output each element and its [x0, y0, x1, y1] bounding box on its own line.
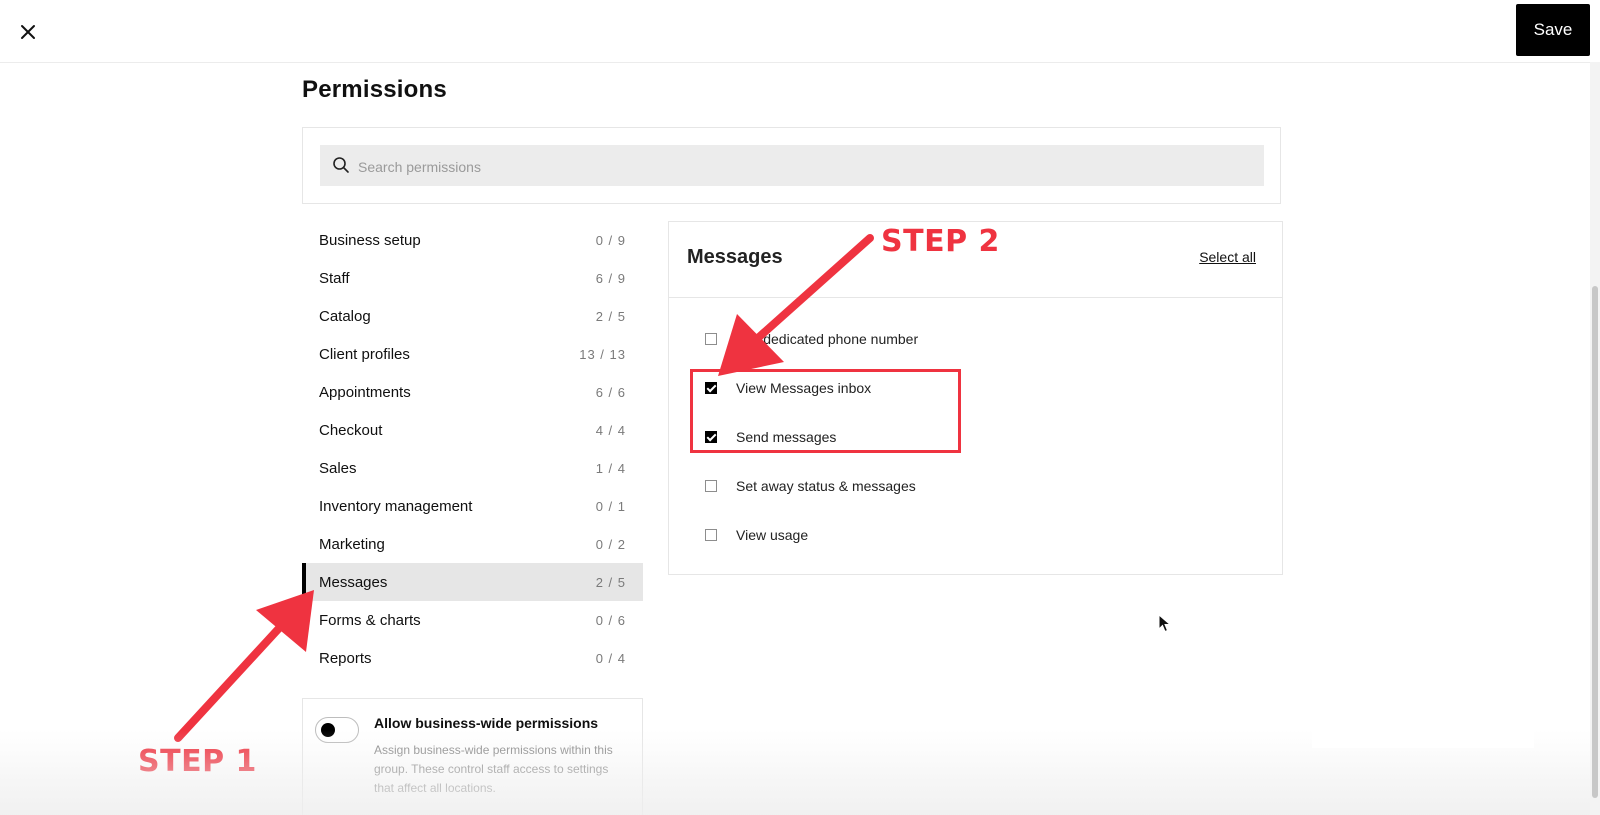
category-item-appointments[interactable]: Appointments 6 / 6	[302, 373, 643, 411]
category-item-client-profiles[interactable]: Client profiles 13 / 13	[302, 335, 643, 373]
category-count: 13 / 13	[579, 346, 626, 362]
panel-title: Messages	[687, 246, 783, 268]
category-label: Messages	[319, 573, 388, 591]
search-box[interactable]	[320, 145, 1264, 188]
business-wide-title: Allow business-wide permissions	[374, 715, 599, 731]
page-title: Permissions	[302, 76, 447, 103]
category-count: 0 / 2	[595, 536, 626, 552]
category-label: Client profiles	[319, 345, 410, 363]
permission-checkbox[interactable]	[705, 333, 717, 345]
category-item-reports[interactable]: Reports 0 / 4	[302, 639, 643, 677]
category-count: 2 / 5	[595, 574, 626, 590]
category-list: Business setup 0 / 9 Staff 6 / 9 Catalog 2 …	[302, 221, 643, 677]
category-count: 0 / 1	[595, 498, 626, 514]
category-item-sales[interactable]: Sales 1 / 4	[302, 449, 643, 487]
scrollbar-thumb[interactable]	[1592, 286, 1598, 798]
category-label: Reports	[319, 649, 372, 667]
category-count: 4 / 4	[595, 422, 626, 438]
category-count: 6 / 6	[595, 384, 626, 400]
business-wide-description: Assign business-wide permissions within …	[374, 743, 613, 795]
search-input[interactable]	[356, 145, 1240, 188]
category-label: Checkout	[319, 421, 383, 439]
category-item-messages[interactable]: Messages 2 / 5	[302, 563, 643, 601]
permission-row[interactable]: ster dedicated phone number	[705, 327, 918, 351]
business-wide-toggle[interactable]	[315, 717, 359, 743]
permission-row[interactable]: Set away status & messages	[705, 474, 916, 498]
toggle-knob	[321, 723, 335, 737]
category-count: 6 / 9	[595, 270, 626, 286]
category-item-checkout[interactable]: Checkout 4 / 4	[302, 411, 643, 449]
category-item-catalog[interactable]: Catalog 2 / 5	[302, 297, 643, 335]
select-all-link[interactable]: Select all	[1199, 249, 1256, 265]
category-label: Inventory management	[319, 497, 473, 515]
category-label: Sales	[319, 459, 357, 477]
business-wide-permissions-card: Allow business-wide permissions Assign b…	[302, 698, 643, 815]
category-item-staff[interactable]: Staff 6 / 9	[302, 259, 643, 297]
category-count: 1 / 4	[595, 460, 626, 476]
category-label: Appointments	[319, 383, 411, 401]
step1-arrow	[174, 590, 314, 742]
search-card	[302, 127, 1281, 204]
category-count: 0 / 9	[595, 232, 626, 248]
permission-label: View usage	[736, 527, 809, 543]
category-item-business-setup[interactable]: Business setup 0 / 9	[302, 221, 643, 259]
close-icon	[21, 25, 35, 39]
category-label: Staff	[319, 269, 350, 287]
search-icon	[333, 157, 349, 173]
category-item-forms-charts[interactable]: Forms & charts 0 / 6	[302, 601, 643, 639]
category-label: Catalog	[319, 307, 371, 325]
video-overlay-panel	[1312, 528, 1534, 748]
permission-checkbox[interactable]	[705, 529, 717, 541]
category-item-marketing[interactable]: Marketing 0 / 2	[302, 525, 643, 563]
category-label: Marketing	[319, 535, 385, 553]
category-count: 0 / 6	[595, 612, 626, 628]
close-button[interactable]	[12, 16, 44, 48]
permission-label: Set away status & messages	[736, 478, 916, 494]
annotation-highlight-box	[690, 369, 961, 453]
category-count: 2 / 5	[595, 308, 626, 324]
step2-label: STEP 2	[881, 224, 1000, 259]
category-label: Business setup	[319, 231, 421, 249]
permission-checkbox[interactable]	[705, 480, 717, 492]
permission-row[interactable]: View usage	[705, 523, 808, 547]
category-count: 0 / 4	[595, 650, 626, 666]
step1-label: STEP 1	[138, 744, 257, 779]
category-item-inventory-management[interactable]: Inventory management 0 / 1	[302, 487, 643, 525]
save-button[interactable]: Save	[1516, 4, 1590, 56]
mouse-cursor-icon	[1158, 614, 1172, 633]
category-label: Forms & charts	[319, 611, 421, 629]
top-bar: Save	[0, 0, 1600, 63]
permission-label: ster dedicated phone number	[736, 331, 919, 347]
